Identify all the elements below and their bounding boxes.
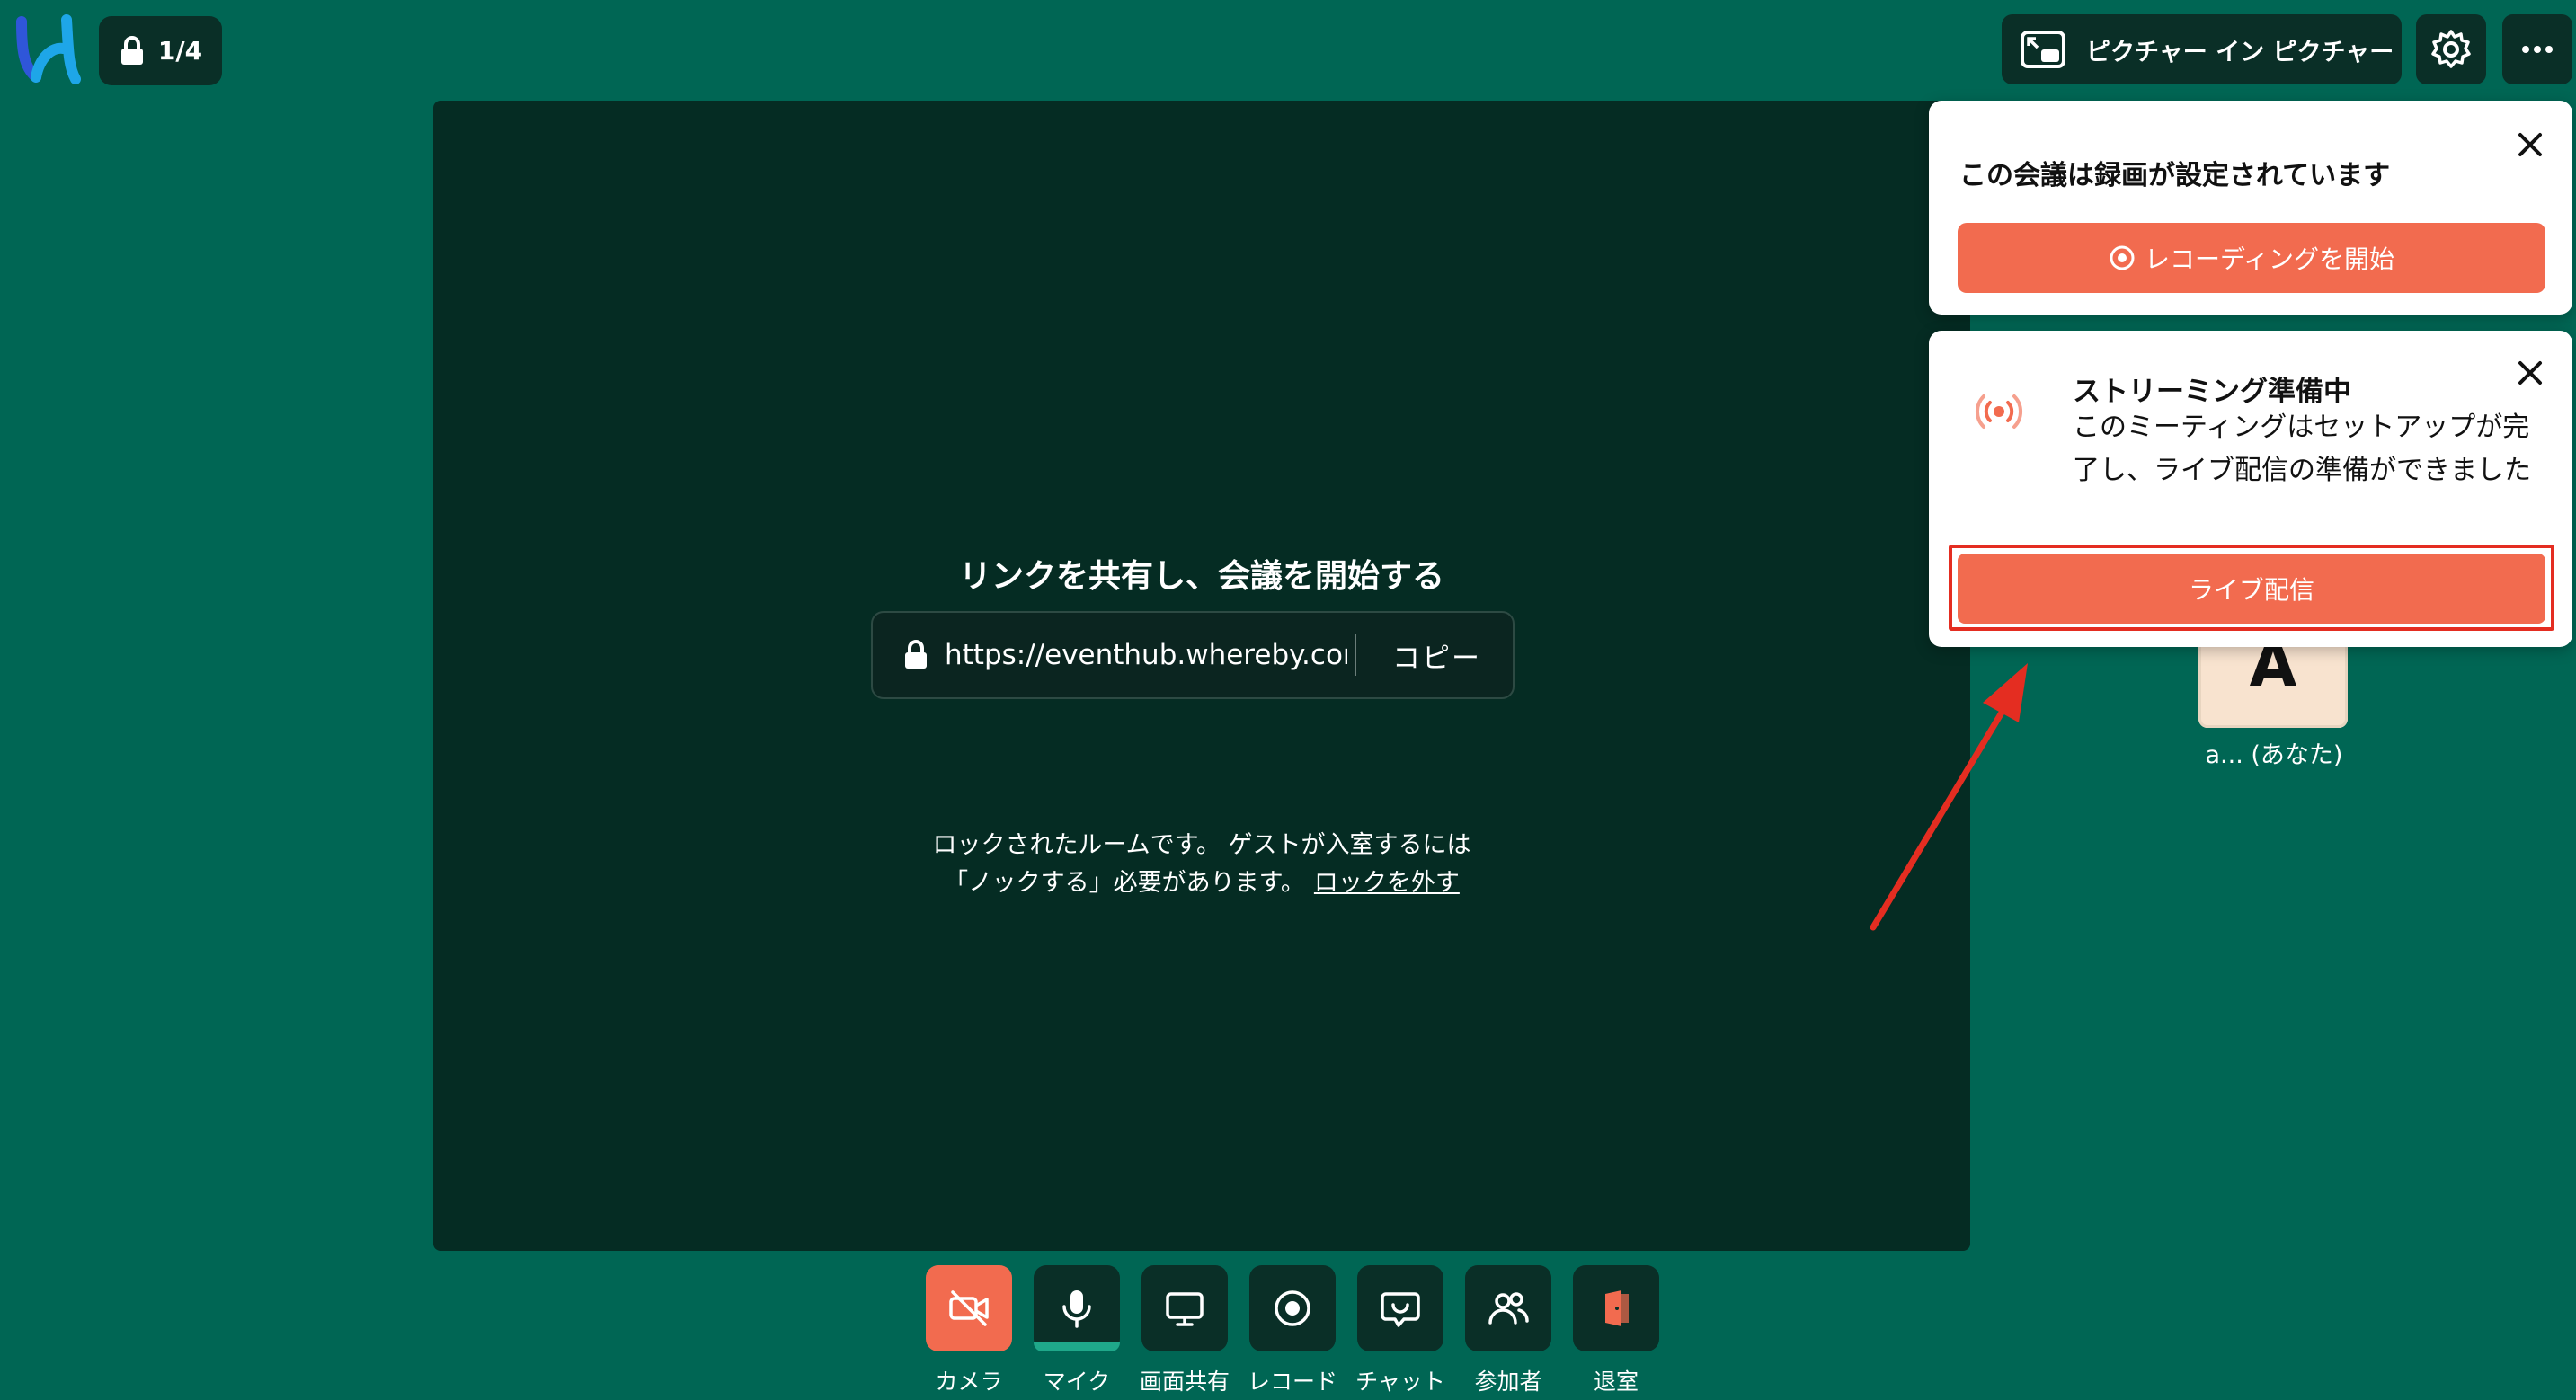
lock-icon bbox=[905, 640, 927, 669]
toolbar-record[interactable]: レコード bbox=[1248, 1265, 1338, 1400]
divider bbox=[1355, 634, 1356, 676]
chat-label: チャット bbox=[1355, 1369, 1445, 1395]
share-link-title: リンクを共有し、会議を開始する bbox=[958, 558, 1444, 595]
camera-label: カメラ bbox=[935, 1369, 1003, 1395]
record-label: レコード bbox=[1248, 1369, 1338, 1395]
close-icon[interactable] bbox=[2515, 129, 2545, 160]
room-url-field[interactable]: https://eventhub.whereby.com/v コピー bbox=[871, 611, 1515, 699]
toolbar-leave[interactable]: 退室 bbox=[1573, 1265, 1659, 1400]
locked-room-note: ロックされたルームです。 ゲストが入室するには 「ノックする」必要があります。ロ… bbox=[433, 827, 1970, 902]
picture-in-picture-button[interactable]: ピクチャー イン ピクチャー bbox=[2002, 14, 2402, 84]
start-recording-label: レコーディングを開始 bbox=[2144, 244, 2395, 274]
toolbar-camera[interactable]: カメラ bbox=[926, 1265, 1012, 1400]
copy-button[interactable]: コピー bbox=[1392, 635, 1481, 676]
chat-icon bbox=[1381, 1292, 1420, 1327]
people-icon bbox=[1488, 1292, 1529, 1325]
whereby-logo[interactable] bbox=[13, 13, 86, 86]
people-button[interactable] bbox=[1465, 1265, 1551, 1351]
more-options-button[interactable] bbox=[2502, 14, 2572, 84]
annotation-arrow bbox=[1870, 663, 2028, 931]
participant-name: a... (あなた) bbox=[2205, 741, 2343, 769]
screen-share-label: 画面共有 bbox=[1140, 1369, 1230, 1395]
mic-label: マイク bbox=[1043, 1369, 1111, 1395]
lock-icon bbox=[120, 35, 143, 65]
toolbar-chat[interactable]: チャット bbox=[1355, 1265, 1445, 1400]
close-icon[interactable] bbox=[2515, 358, 2545, 388]
lock-note-line1: ロックされたルームです。 ゲストが入室するには bbox=[932, 831, 1471, 859]
streaming-body: このミーティングはセットアップが完了し、ライブ配信の準備ができました bbox=[2073, 412, 2531, 486]
go-live-label: ライブ配信 bbox=[2188, 575, 2314, 605]
recording-notification: この会議は録画が設定されています レコーディングを開始 bbox=[1929, 101, 2572, 315]
record-icon bbox=[1275, 1290, 1310, 1326]
chat-button[interactable] bbox=[1357, 1265, 1443, 1351]
leave-button[interactable] bbox=[1573, 1265, 1659, 1351]
toolbar-screen-share[interactable]: 画面共有 bbox=[1140, 1265, 1230, 1400]
go-live-button[interactable]: ライブ配信 bbox=[1958, 554, 2545, 624]
pip-label: ピクチャー イン ピクチャー bbox=[2086, 38, 2394, 66]
video-stage: リンクを共有し、会議を開始する https://eventhub.whereby… bbox=[433, 101, 1970, 1251]
camera-off-icon bbox=[949, 1290, 989, 1326]
lock-note-line2: 「ノックする」必要があります。 bbox=[944, 869, 1305, 897]
settings-button[interactable] bbox=[2416, 14, 2486, 84]
people-label: 参加者 bbox=[1474, 1369, 1542, 1395]
record-button[interactable] bbox=[1249, 1265, 1336, 1351]
gear-icon bbox=[2431, 30, 2471, 68]
broadcast-icon bbox=[1975, 394, 2023, 429]
recording-title: この会議は録画が設定されています bbox=[1959, 160, 2391, 191]
mic-button[interactable] bbox=[1034, 1265, 1120, 1351]
record-icon bbox=[2110, 245, 2135, 270]
mic-icon bbox=[1062, 1290, 1091, 1328]
room-lock-count: 1/4 bbox=[157, 36, 203, 66]
picture-in-picture-icon bbox=[2021, 31, 2065, 68]
streaming-notification: ストリーミング準備中 このミーティングはセットアップが完了し、ライブ配信の準備が… bbox=[1929, 331, 2572, 647]
toolbar-people[interactable]: 参加者 bbox=[1465, 1265, 1551, 1400]
screen-share-icon bbox=[1166, 1292, 1204, 1326]
toolbar-mic[interactable]: マイク bbox=[1034, 1265, 1120, 1400]
room-lock-badge[interactable]: 1/4 bbox=[99, 16, 222, 85]
streaming-title: ストリーミング準備中 bbox=[2073, 376, 2351, 408]
lock-note-line2-wrap: 「ノックする」必要があります。 ロックを外す bbox=[433, 864, 1970, 902]
screen-share-button[interactable] bbox=[1141, 1265, 1228, 1351]
room-url[interactable]: https://eventhub.whereby.com/v bbox=[945, 639, 1347, 671]
start-recording-button[interactable]: レコーディングを開始 bbox=[1958, 223, 2545, 293]
camera-button[interactable] bbox=[926, 1265, 1012, 1351]
unlock-link[interactable]: ロックを外す bbox=[1314, 869, 1460, 897]
leave-label: 退室 bbox=[1593, 1369, 1639, 1395]
leave-icon bbox=[1605, 1290, 1629, 1326]
bottom-toolbar: カメラ マイク 画面共有 レコード チャット 参加者 退室 bbox=[926, 1265, 1659, 1400]
more-icon bbox=[2522, 46, 2553, 53]
